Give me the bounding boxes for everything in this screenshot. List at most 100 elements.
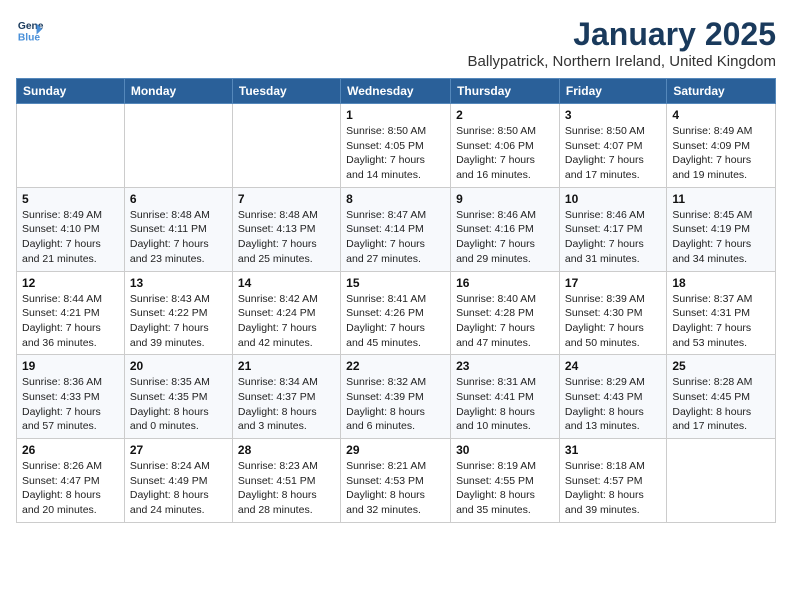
day-info: Sunrise: 8:37 AM Sunset: 4:31 PM Dayligh… bbox=[672, 292, 770, 351]
day-info: Sunrise: 8:35 AM Sunset: 4:35 PM Dayligh… bbox=[130, 375, 227, 434]
day-info: Sunrise: 8:31 AM Sunset: 4:41 PM Dayligh… bbox=[456, 375, 554, 434]
calendar-cell: 1 Sunrise: 8:50 AM Sunset: 4:05 PM Daylig… bbox=[341, 104, 451, 188]
day-info: Sunrise: 8:49 AM Sunset: 4:09 PM Dayligh… bbox=[672, 124, 770, 183]
day-number: 19 bbox=[22, 359, 119, 373]
logo: General Blue bbox=[16, 16, 44, 44]
day-number: 5 bbox=[22, 192, 119, 206]
day-number: 16 bbox=[456, 276, 554, 290]
calendar-cell: 13Sunrise: 8:43 AM Sunset: 4:22 PM Dayli… bbox=[124, 271, 232, 355]
calendar-cell: 28 Sunrise: 8:23 AM Sunset: 4:51 PM Dayli… bbox=[232, 439, 340, 523]
calendar-week-row: 1 Sunrise: 8:50 AM Sunset: 4:05 PM Daylig… bbox=[17, 104, 776, 188]
calendar-cell: 15Sunrise: 8:41 AM Sunset: 4:26 PM Dayli… bbox=[341, 271, 451, 355]
day-number: 20 bbox=[130, 359, 227, 373]
calendar-week-row: 5 Sunrise: 8:49 AM Sunset: 4:10 PM Daylig… bbox=[17, 187, 776, 271]
day-number: 8 bbox=[346, 192, 445, 206]
calendar-cell: 11 Sunrise: 8:45 AM Sunset: 4:19 PM Dayli… bbox=[667, 187, 776, 271]
calendar-cell bbox=[667, 439, 776, 523]
day-info: Sunrise: 8:48 AM Sunset: 4:11 PM Dayligh… bbox=[130, 208, 227, 267]
calendar-cell: 20 Sunrise: 8:35 AM Sunset: 4:35 PM Dayli… bbox=[124, 355, 232, 439]
calendar-cell: 12 Sunrise: 8:44 AM Sunset: 4:21 PM Dayli… bbox=[17, 271, 125, 355]
day-number: 10 bbox=[565, 192, 661, 206]
calendar-cell: 6 Sunrise: 8:48 AM Sunset: 4:11 PM Daylig… bbox=[124, 187, 232, 271]
day-info: Sunrise: 8:32 AM Sunset: 4:39 PM Dayligh… bbox=[346, 375, 445, 434]
calendar-cell: 3Sunrise: 8:50 AM Sunset: 4:07 PM Daylig… bbox=[559, 104, 666, 188]
day-number: 2 bbox=[456, 108, 554, 122]
weekday-header: SundayMondayTuesdayWednesdayThursdayFrid… bbox=[17, 79, 776, 104]
day-info: Sunrise: 8:21 AM Sunset: 4:53 PM Dayligh… bbox=[346, 459, 445, 518]
day-number: 9 bbox=[456, 192, 554, 206]
calendar-table: SundayMondayTuesdayWednesdayThursdayFrid… bbox=[16, 78, 776, 523]
day-info: Sunrise: 8:23 AM Sunset: 4:51 PM Dayligh… bbox=[238, 459, 335, 518]
header: General Blue January 2025 Ballypatrick, … bbox=[16, 16, 776, 70]
month-title: January 2025 bbox=[468, 16, 776, 53]
day-info: Sunrise: 8:50 AM Sunset: 4:07 PM Dayligh… bbox=[565, 124, 661, 183]
day-info: Sunrise: 8:50 AM Sunset: 4:05 PM Dayligh… bbox=[346, 124, 445, 183]
weekday-header-cell: Tuesday bbox=[232, 79, 340, 104]
weekday-header-cell: Wednesday bbox=[341, 79, 451, 104]
calendar-cell: 2 Sunrise: 8:50 AM Sunset: 4:06 PM Daylig… bbox=[451, 104, 560, 188]
day-number: 25 bbox=[672, 359, 770, 373]
day-info: Sunrise: 8:46 AM Sunset: 4:16 PM Dayligh… bbox=[456, 208, 554, 267]
day-info: Sunrise: 8:39 AM Sunset: 4:30 PM Dayligh… bbox=[565, 292, 661, 351]
calendar-cell: 25 Sunrise: 8:28 AM Sunset: 4:45 PM Dayli… bbox=[667, 355, 776, 439]
weekday-header-cell: Sunday bbox=[17, 79, 125, 104]
day-info: Sunrise: 8:29 AM Sunset: 4:43 PM Dayligh… bbox=[565, 375, 661, 434]
calendar-cell: 18Sunrise: 8:37 AM Sunset: 4:31 PM Dayli… bbox=[667, 271, 776, 355]
calendar-cell: 17 Sunrise: 8:39 AM Sunset: 4:30 PM Dayli… bbox=[559, 271, 666, 355]
calendar-body: 1 Sunrise: 8:50 AM Sunset: 4:05 PM Daylig… bbox=[17, 104, 776, 523]
day-number: 29 bbox=[346, 443, 445, 457]
day-number: 17 bbox=[565, 276, 661, 290]
day-info: Sunrise: 8:19 AM Sunset: 4:55 PM Dayligh… bbox=[456, 459, 554, 518]
calendar-cell: 7 Sunrise: 8:48 AM Sunset: 4:13 PM Daylig… bbox=[232, 187, 340, 271]
weekday-header-cell: Thursday bbox=[451, 79, 560, 104]
day-number: 28 bbox=[238, 443, 335, 457]
day-info: Sunrise: 8:44 AM Sunset: 4:21 PM Dayligh… bbox=[22, 292, 119, 351]
weekday-header-cell: Saturday bbox=[667, 79, 776, 104]
calendar-cell: 9 Sunrise: 8:46 AM Sunset: 4:16 PM Daylig… bbox=[451, 187, 560, 271]
calendar-cell: 4Sunrise: 8:49 AM Sunset: 4:09 PM Daylig… bbox=[667, 104, 776, 188]
weekday-header-cell: Friday bbox=[559, 79, 666, 104]
day-number: 26 bbox=[22, 443, 119, 457]
calendar-cell: 27 Sunrise: 8:24 AM Sunset: 4:49 PM Dayli… bbox=[124, 439, 232, 523]
calendar-week-row: 26Sunrise: 8:26 AM Sunset: 4:47 PM Dayli… bbox=[17, 439, 776, 523]
day-info: Sunrise: 8:48 AM Sunset: 4:13 PM Dayligh… bbox=[238, 208, 335, 267]
day-number: 7 bbox=[238, 192, 335, 206]
calendar-week-row: 12 Sunrise: 8:44 AM Sunset: 4:21 PM Dayli… bbox=[17, 271, 776, 355]
day-info: Sunrise: 8:50 AM Sunset: 4:06 PM Dayligh… bbox=[456, 124, 554, 183]
calendar-cell: 19 Sunrise: 8:36 AM Sunset: 4:33 PM Dayli… bbox=[17, 355, 125, 439]
day-info: Sunrise: 8:42 AM Sunset: 4:24 PM Dayligh… bbox=[238, 292, 335, 351]
calendar-cell bbox=[17, 104, 125, 188]
calendar-cell: 14 Sunrise: 8:42 AM Sunset: 4:24 PM Dayli… bbox=[232, 271, 340, 355]
logo-icon: General Blue bbox=[16, 16, 44, 44]
day-number: 13 bbox=[130, 276, 227, 290]
calendar-cell: 5 Sunrise: 8:49 AM Sunset: 4:10 PM Daylig… bbox=[17, 187, 125, 271]
calendar-cell: 29 Sunrise: 8:21 AM Sunset: 4:53 PM Dayli… bbox=[341, 439, 451, 523]
calendar-cell: 31 Sunrise: 8:18 AM Sunset: 4:57 PM Dayli… bbox=[559, 439, 666, 523]
day-info: Sunrise: 8:45 AM Sunset: 4:19 PM Dayligh… bbox=[672, 208, 770, 267]
day-number: 6 bbox=[130, 192, 227, 206]
day-number: 11 bbox=[672, 192, 770, 206]
day-number: 27 bbox=[130, 443, 227, 457]
day-info: Sunrise: 8:47 AM Sunset: 4:14 PM Dayligh… bbox=[346, 208, 445, 267]
calendar-cell: 23 Sunrise: 8:31 AM Sunset: 4:41 PM Dayli… bbox=[451, 355, 560, 439]
day-info: Sunrise: 8:24 AM Sunset: 4:49 PM Dayligh… bbox=[130, 459, 227, 518]
day-number: 1 bbox=[346, 108, 445, 122]
calendar-cell: 30 Sunrise: 8:19 AM Sunset: 4:55 PM Dayli… bbox=[451, 439, 560, 523]
day-info: Sunrise: 8:18 AM Sunset: 4:57 PM Dayligh… bbox=[565, 459, 661, 518]
weekday-header-cell: Monday bbox=[124, 79, 232, 104]
day-number: 23 bbox=[456, 359, 554, 373]
day-info: Sunrise: 8:49 AM Sunset: 4:10 PM Dayligh… bbox=[22, 208, 119, 267]
calendar-cell: 21Sunrise: 8:34 AM Sunset: 4:37 PM Dayli… bbox=[232, 355, 340, 439]
day-number: 21 bbox=[238, 359, 335, 373]
day-info: Sunrise: 8:28 AM Sunset: 4:45 PM Dayligh… bbox=[672, 375, 770, 434]
day-number: 30 bbox=[456, 443, 554, 457]
calendar-cell: 16Sunrise: 8:40 AM Sunset: 4:28 PM Dayli… bbox=[451, 271, 560, 355]
day-number: 14 bbox=[238, 276, 335, 290]
day-number: 31 bbox=[565, 443, 661, 457]
title-area: January 2025 Ballypatrick, Northern Irel… bbox=[468, 16, 776, 70]
day-info: Sunrise: 8:46 AM Sunset: 4:17 PM Dayligh… bbox=[565, 208, 661, 267]
calendar-cell: 8 Sunrise: 8:47 AM Sunset: 4:14 PM Daylig… bbox=[341, 187, 451, 271]
calendar-cell: 26Sunrise: 8:26 AM Sunset: 4:47 PM Dayli… bbox=[17, 439, 125, 523]
day-info: Sunrise: 8:36 AM Sunset: 4:33 PM Dayligh… bbox=[22, 375, 119, 434]
day-number: 12 bbox=[22, 276, 119, 290]
